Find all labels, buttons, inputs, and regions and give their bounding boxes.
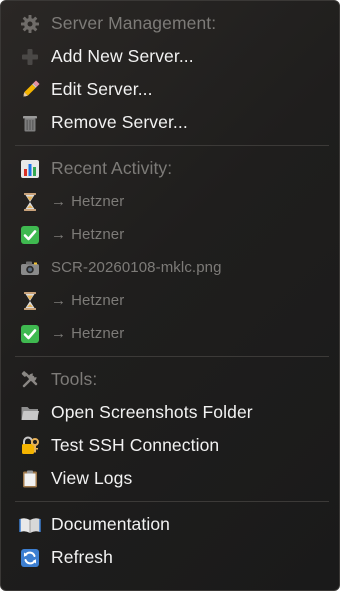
activity-item: → Hetzner xyxy=(1,317,339,350)
open-screenshots-folder-menu-item[interactable]: Open Screenshots Folder xyxy=(1,396,339,429)
hourglass-icon xyxy=(19,290,41,312)
book-icon xyxy=(19,514,41,536)
view-logs-label: View Logs xyxy=(51,468,133,488)
edit-server-menu-item[interactable]: Edit Server... xyxy=(1,73,339,106)
clipboard-icon xyxy=(19,468,41,490)
check-icon xyxy=(19,323,41,345)
edit-server-label: Edit Server... xyxy=(51,79,153,99)
camera-icon xyxy=(19,257,41,279)
bar-chart-icon xyxy=(19,158,41,180)
activity-item-label: SCR-20260108-mklc.png xyxy=(51,259,222,276)
add-server-menu-item[interactable]: Add New Server... xyxy=(1,40,339,73)
view-logs-menu-item[interactable]: View Logs xyxy=(1,462,339,495)
recent-activity-label: Recent Activity: xyxy=(51,158,173,178)
tools-header: Tools: xyxy=(1,363,339,396)
test-ssh-connection-menu-item[interactable]: Test SSH Connection xyxy=(1,429,339,462)
activity-item-label: Hetzner xyxy=(71,325,125,342)
arrow-glyph: → xyxy=(51,193,67,210)
gear-icon xyxy=(19,13,41,35)
check-icon xyxy=(19,224,41,246)
remove-server-menu-item[interactable]: Remove Server... xyxy=(1,106,339,139)
documentation-menu-item[interactable]: Documentation xyxy=(1,508,339,541)
server-management-label: Server Management: xyxy=(51,13,217,33)
server-management-header: Server Management: xyxy=(1,7,339,40)
plus-icon xyxy=(19,46,41,68)
refresh-icon xyxy=(19,547,41,569)
arrow-glyph: → xyxy=(51,292,67,309)
activity-item: SCR-20260108-mklc.png xyxy=(1,251,339,284)
separator xyxy=(15,501,329,502)
arrow-glyph: → xyxy=(51,226,67,243)
test-ssh-connection-label: Test SSH Connection xyxy=(51,435,220,455)
recent-activity-header: Recent Activity: xyxy=(1,152,339,185)
refresh-label: Refresh xyxy=(51,547,113,567)
trash-icon xyxy=(19,112,41,134)
activity-item: → Hetzner xyxy=(1,185,339,218)
activity-item-label: Hetzner xyxy=(71,193,125,210)
activity-item: → Hetzner xyxy=(1,284,339,317)
activity-item-label: Hetzner xyxy=(71,226,125,243)
folder-icon xyxy=(19,402,41,424)
separator xyxy=(15,145,329,146)
add-server-label: Add New Server... xyxy=(51,46,194,66)
refresh-menu-item[interactable]: Refresh xyxy=(1,541,339,574)
remove-server-label: Remove Server... xyxy=(51,112,188,132)
lock-key-icon xyxy=(19,435,41,457)
pencil-icon xyxy=(19,79,41,101)
documentation-label: Documentation xyxy=(51,514,171,534)
open-screenshots-folder-label: Open Screenshots Folder xyxy=(51,402,253,422)
separator xyxy=(15,356,329,357)
hourglass-icon xyxy=(19,191,41,213)
context-menu: Server Management: Add New Server... Edi… xyxy=(0,0,340,591)
tools-label: Tools: xyxy=(51,369,98,389)
activity-item-label: Hetzner xyxy=(71,292,125,309)
activity-item: → Hetzner xyxy=(1,218,339,251)
tools-icon xyxy=(19,369,41,391)
arrow-glyph: → xyxy=(51,325,67,342)
